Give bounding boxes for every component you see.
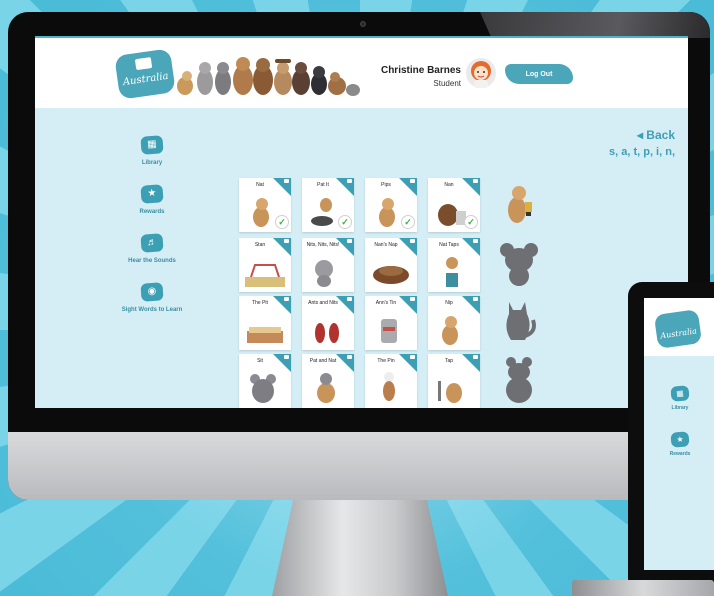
- book-icon: [347, 355, 352, 359]
- book-card[interactable]: Nip: [428, 296, 480, 350]
- reward-silhouette-possum: [506, 357, 532, 403]
- check-icon: ✓: [275, 215, 289, 229]
- reward-kangaroo-trophy: [508, 186, 532, 223]
- tablet-screen: Australia ▦ Library ★ Rewards: [644, 298, 714, 570]
- tablet-header: Australia: [644, 298, 714, 356]
- check-icon: ✓: [338, 215, 352, 229]
- book-illustration: [315, 323, 339, 343]
- sidebar-item-label: Sight Words to Learn: [121, 307, 183, 313]
- reward-silhouette-koala: [500, 243, 538, 286]
- sidebar-item-sight-words[interactable]: ◉ Sight Words to Learn: [107, 282, 197, 313]
- book-illustration: [373, 266, 409, 284]
- book-icon: [284, 355, 289, 359]
- sidebar-item-label: Library: [141, 160, 163, 166]
- sidebar-item-rewards[interactable]: ★ Rewards: [107, 184, 197, 215]
- tablet-app-logo[interactable]: Australia: [653, 309, 703, 349]
- book-illustration: [442, 316, 458, 345]
- book-illustration: [247, 327, 283, 343]
- book-illustration: [250, 374, 276, 403]
- book-illustration: [438, 381, 462, 403]
- sidebar-item-label: Hear the Sounds: [128, 258, 176, 264]
- book-icon: [473, 239, 478, 243]
- imac-stand: [272, 500, 448, 596]
- tablet-sidebar-item-library[interactable]: ▦ Library: [660, 385, 700, 411]
- user-name: Christine Barnes: [380, 65, 461, 76]
- book-icon: [410, 355, 415, 359]
- book-card[interactable]: Nan's Nap: [365, 238, 417, 292]
- book-card[interactable]: Sit: [239, 354, 291, 408]
- book-card[interactable]: The Pin: [365, 354, 417, 408]
- book-icon: [284, 297, 289, 301]
- camera-icon: [360, 21, 366, 27]
- imac-chin: [8, 432, 710, 500]
- book-icon: [284, 179, 289, 183]
- logo-text: Australia: [122, 70, 170, 89]
- trophy-icon: ★: [140, 184, 164, 204]
- tablet-content: ▦ Library ★ Rewards: [644, 356, 714, 570]
- book-card[interactable]: The Pit: [239, 296, 291, 350]
- sidebar-item-label: Library: [671, 405, 689, 411]
- app-logo[interactable]: Australia: [114, 48, 176, 100]
- tablet-sidebar-item-rewards[interactable]: ★ Rewards: [660, 431, 700, 457]
- book-illustration: [383, 372, 395, 401]
- reward-silhouette-cat: [506, 302, 536, 340]
- avatar[interactable]: [465, 56, 497, 90]
- book-icon: [347, 239, 352, 243]
- book-card[interactable]: Ann's Tin: [365, 296, 417, 350]
- book-card[interactable]: Pat It ✓: [302, 178, 354, 232]
- imac-screen: Australia Christine Barnes Student Log O…: [35, 36, 688, 408]
- book-card[interactable]: Ants and Nits: [302, 296, 354, 350]
- logo-text: Australia: [659, 326, 698, 341]
- app-header: Australia Christine Barnes Student Log O…: [35, 38, 688, 108]
- library-icon: ▦: [140, 135, 164, 155]
- logout-button[interactable]: Log Out: [505, 64, 573, 84]
- book-card[interactable]: Pips ✓: [365, 178, 417, 232]
- sidebar-item-label: Rewards: [139, 209, 165, 215]
- book-illustration: [381, 319, 397, 343]
- book-icon: [347, 297, 352, 301]
- sidebar-item-library[interactable]: ▦ Library: [107, 135, 197, 166]
- book-illustration: [446, 257, 458, 287]
- book-icon: [473, 297, 478, 301]
- book-illustration: [245, 264, 285, 287]
- book-icon: [347, 179, 352, 183]
- user-role: Student: [433, 79, 461, 88]
- book-card[interactable]: Nan ✓: [428, 178, 480, 232]
- sidebar-item-label: Rewards: [669, 451, 691, 457]
- ear-icon: ♬: [140, 233, 164, 253]
- book-illustration: [315, 260, 333, 287]
- tablet-stand: [572, 580, 714, 596]
- book-card[interactable]: Nat Taps: [428, 238, 480, 292]
- flag-icon: [134, 57, 153, 71]
- book-icon: [410, 239, 415, 243]
- check-icon: ✓: [464, 215, 478, 229]
- animal-characters-illustration: [177, 57, 360, 96]
- eye-icon: ◉: [140, 282, 164, 302]
- book-card[interactable]: Pat and Nat: [302, 354, 354, 408]
- back-link[interactable]: ◂ Back: [515, 128, 675, 142]
- book-card[interactable]: Stan: [239, 238, 291, 292]
- book-card[interactable]: Nits, Nits, Nits!: [302, 238, 354, 292]
- book-icon: [473, 355, 478, 359]
- sidebar-item-hear-sounds[interactable]: ♬ Hear the Sounds: [107, 233, 197, 264]
- book-card[interactable]: Nat ✓: [239, 178, 291, 232]
- library-icon: ▦: [670, 385, 690, 402]
- bezel-glare: [480, 12, 710, 38]
- letter-sounds: s, a, t, p, i, n,: [608, 146, 675, 158]
- book-card[interactable]: Tap: [428, 354, 480, 408]
- book-icon: [473, 179, 478, 183]
- book-icon: [410, 179, 415, 183]
- book-icon: [284, 239, 289, 243]
- book-icon: [410, 297, 415, 301]
- check-icon: ✓: [401, 215, 415, 229]
- trophy-icon: ★: [670, 431, 690, 448]
- book-illustration: [317, 373, 335, 403]
